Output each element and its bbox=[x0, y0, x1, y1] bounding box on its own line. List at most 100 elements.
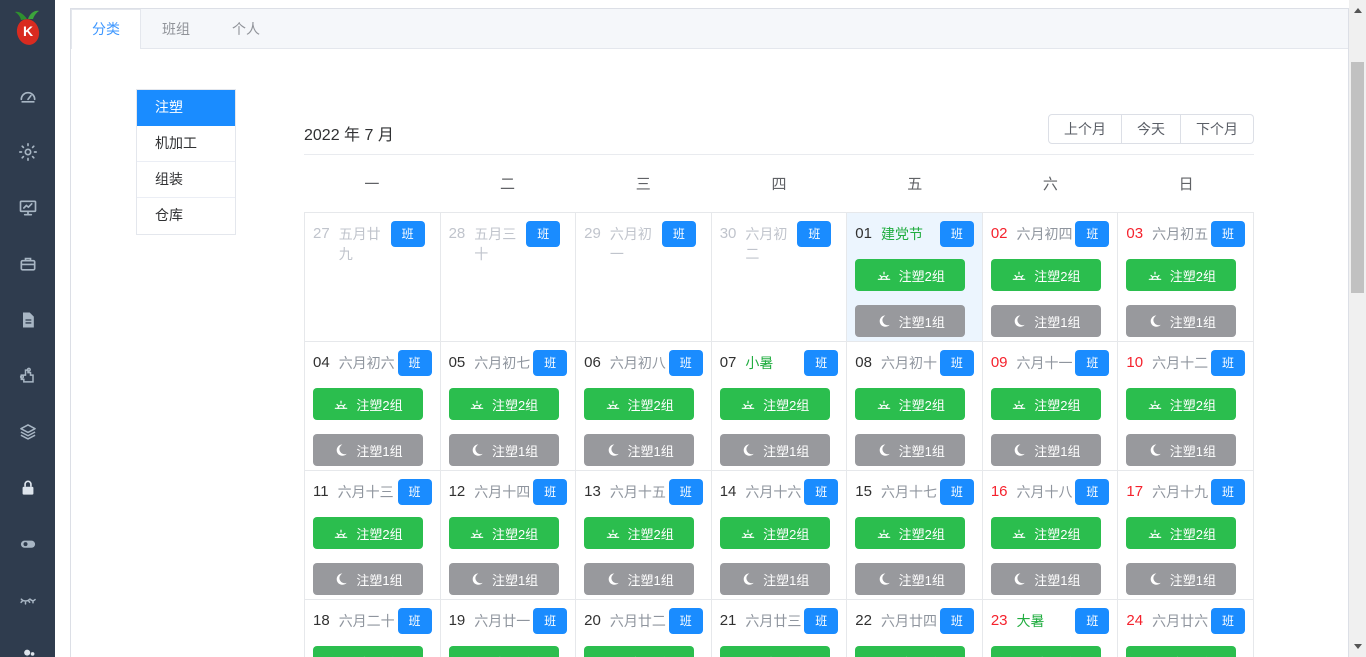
shift-badge[interactable]: 班 bbox=[668, 350, 703, 376]
night-shift-button[interactable]: 注塑1组 bbox=[855, 563, 966, 595]
shift-badge[interactable]: 班 bbox=[1075, 608, 1110, 634]
document-icon[interactable] bbox=[0, 292, 55, 348]
tab-班组[interactable]: 班组 bbox=[141, 9, 211, 48]
night-shift-button[interactable]: 注塑1组 bbox=[855, 305, 966, 337]
night-shift-button[interactable]: 注塑1组 bbox=[990, 305, 1101, 337]
prev-month-button[interactable]: 上个月 bbox=[1048, 114, 1122, 144]
calendar-cell[interactable]: 27 五月廿九班 bbox=[305, 213, 441, 342]
day-shift-button[interactable]: 注塑2组 bbox=[313, 388, 423, 420]
puzzle-icon[interactable] bbox=[0, 348, 55, 404]
day-shift-button[interactable]: 注塑2组 bbox=[719, 646, 830, 657]
calendar-cell[interactable]: 06 六月初八班注塑2组 注塑1组 bbox=[576, 342, 712, 471]
day-shift-button[interactable]: 注塑2组 bbox=[584, 646, 695, 657]
day-shift-button[interactable]: 注塑2组 bbox=[584, 517, 695, 549]
shift-badge[interactable]: 班 bbox=[390, 221, 425, 247]
shift-badge[interactable]: 班 bbox=[939, 479, 974, 505]
night-shift-button[interactable]: 注塑1组 bbox=[313, 563, 423, 595]
scroll-down-icon[interactable] bbox=[1349, 638, 1366, 655]
day-shift-button[interactable]: 注塑2组 bbox=[1126, 259, 1237, 291]
shift-badge[interactable]: 班 bbox=[1210, 350, 1245, 376]
calendar-cell[interactable]: 20六月廿二班注塑2组注塑1组 bbox=[576, 600, 712, 657]
tab-个人[interactable]: 个人 bbox=[211, 9, 281, 48]
night-shift-button[interactable]: 注塑1组 bbox=[1126, 563, 1237, 595]
shift-badge[interactable]: 班 bbox=[1210, 608, 1245, 634]
gear-icon[interactable] bbox=[0, 124, 55, 180]
day-shift-button[interactable]: 注塑2组 bbox=[313, 517, 423, 549]
shift-badge[interactable]: 班 bbox=[661, 221, 696, 247]
night-shift-button[interactable]: 注塑1组 bbox=[855, 434, 966, 466]
shift-badge[interactable]: 班 bbox=[804, 608, 839, 634]
day-shift-button[interactable]: 注塑2组 bbox=[1126, 517, 1237, 549]
calendar-cell[interactable]: 12 六月十四班注塑2组 注塑1组 bbox=[440, 471, 577, 600]
calendar-cell[interactable]: 14 六月十六班注塑2组 注塑1组 bbox=[711, 471, 848, 600]
category-menu-item[interactable]: 组装 bbox=[137, 162, 235, 198]
day-shift-button[interactable]: 注塑2组 bbox=[990, 388, 1101, 420]
shift-badge[interactable]: 班 bbox=[668, 608, 703, 634]
day-shift-button[interactable]: 注塑2组 bbox=[584, 388, 695, 420]
day-shift-button[interactable]: 注塑2组 bbox=[313, 646, 423, 657]
shift-badge[interactable]: 班 bbox=[1075, 221, 1110, 247]
calendar-cell[interactable]: 30 六月初二班 bbox=[711, 213, 848, 342]
shift-badge[interactable]: 班 bbox=[1075, 479, 1110, 505]
day-shift-button[interactable]: 注塑2组 bbox=[719, 388, 830, 420]
calendar-cell[interactable]: 01 建党节班注塑2组 注塑1组 bbox=[847, 213, 983, 342]
layers-icon[interactable] bbox=[0, 404, 55, 460]
lock-icon[interactable] bbox=[0, 460, 55, 516]
calendar-cell[interactable]: 21六月廿三班注塑2组注塑1组 bbox=[711, 600, 848, 657]
calendar-cell[interactable]: 02 六月初四班注塑2组 注塑1组 bbox=[982, 213, 1119, 342]
calendar-cell[interactable]: 13 六月十五班注塑2组 注塑1组 bbox=[576, 471, 712, 600]
day-shift-button[interactable]: 注塑2组 bbox=[448, 517, 559, 549]
night-shift-button[interactable]: 注塑1组 bbox=[584, 563, 695, 595]
night-shift-button[interactable]: 注塑1组 bbox=[448, 434, 559, 466]
calendar-cell[interactable]: 28 五月三十班 bbox=[440, 213, 577, 342]
day-shift-button[interactable]: 注塑2组 bbox=[990, 517, 1101, 549]
user-icon[interactable] bbox=[0, 628, 55, 657]
shift-badge[interactable]: 班 bbox=[533, 350, 568, 376]
calendar-cell[interactable]: 08 六月初十班注塑2组 注塑1组 bbox=[847, 342, 983, 471]
shift-badge[interactable]: 班 bbox=[1210, 221, 1245, 247]
night-shift-button[interactable]: 注塑1组 bbox=[990, 434, 1101, 466]
shift-badge[interactable]: 班 bbox=[533, 608, 568, 634]
day-shift-button[interactable]: 注塑2组 bbox=[855, 517, 966, 549]
calendar-cell[interactable]: 17 六月十九班注塑2组 注塑1组 bbox=[1118, 471, 1254, 600]
shift-badge[interactable]: 班 bbox=[397, 350, 432, 376]
calendar-cell[interactable]: 11 六月十三班注塑2组 注塑1组 bbox=[305, 471, 441, 600]
shift-badge[interactable]: 班 bbox=[397, 608, 432, 634]
briefcase-icon[interactable] bbox=[0, 236, 55, 292]
day-shift-button[interactable]: 注塑2组 bbox=[990, 646, 1101, 657]
calendar-cell[interactable]: 19六月廿一班注塑2组注塑1组 bbox=[440, 600, 577, 657]
shift-badge[interactable]: 班 bbox=[804, 350, 839, 376]
tab-分类[interactable]: 分类 bbox=[71, 9, 141, 49]
day-shift-button[interactable]: 注塑2组 bbox=[855, 388, 966, 420]
night-shift-button[interactable]: 注塑1组 bbox=[584, 434, 695, 466]
night-shift-button[interactable]: 注塑1组 bbox=[1126, 434, 1237, 466]
shift-badge[interactable]: 班 bbox=[939, 221, 974, 247]
calendar-cell[interactable]: 22六月廿四班注塑2组注塑1组 bbox=[847, 600, 983, 657]
calendar-cell[interactable]: 15 六月十七班注塑2组 注塑1组 bbox=[847, 471, 983, 600]
night-shift-button[interactable]: 注塑1组 bbox=[719, 563, 830, 595]
dashboard-icon[interactable] bbox=[0, 68, 55, 124]
calendar-cell[interactable]: 29 六月初一班 bbox=[576, 213, 712, 342]
scrollbar-thumb[interactable] bbox=[1351, 62, 1364, 293]
shift-badge[interactable]: 班 bbox=[533, 479, 568, 505]
calendar-cell[interactable]: 10 六月十二班注塑2组 注塑1组 bbox=[1118, 342, 1254, 471]
today-button[interactable]: 今天 bbox=[1122, 114, 1181, 144]
shift-badge[interactable]: 班 bbox=[804, 479, 839, 505]
shift-badge[interactable]: 班 bbox=[1210, 479, 1245, 505]
eye-closed-icon[interactable] bbox=[0, 572, 55, 628]
day-shift-button[interactable]: 注塑2组 bbox=[855, 259, 966, 291]
vertical-scrollbar[interactable] bbox=[1349, 0, 1366, 657]
night-shift-button[interactable]: 注塑1组 bbox=[448, 563, 559, 595]
calendar-cell[interactable]: 23大暑班注塑2组注塑1组 bbox=[982, 600, 1119, 657]
calendar-cell[interactable]: 03 六月初五班注塑2组 注塑1组 bbox=[1118, 213, 1254, 342]
monitor-chart-icon[interactable] bbox=[0, 180, 55, 236]
day-shift-button[interactable]: 注塑2组 bbox=[448, 388, 559, 420]
calendar-cell[interactable]: 04 六月初六班注塑2组 注塑1组 bbox=[305, 342, 441, 471]
category-menu-item[interactable]: 机加工 bbox=[137, 126, 235, 162]
calendar-cell[interactable]: 24六月廿六班注塑2组注塑1组 bbox=[1118, 600, 1254, 657]
shift-badge[interactable]: 班 bbox=[939, 350, 974, 376]
night-shift-button[interactable]: 注塑1组 bbox=[719, 434, 830, 466]
day-shift-button[interactable]: 注塑2组 bbox=[855, 646, 966, 657]
shift-badge[interactable]: 班 bbox=[797, 221, 832, 247]
night-shift-button[interactable]: 注塑1组 bbox=[1126, 305, 1237, 337]
